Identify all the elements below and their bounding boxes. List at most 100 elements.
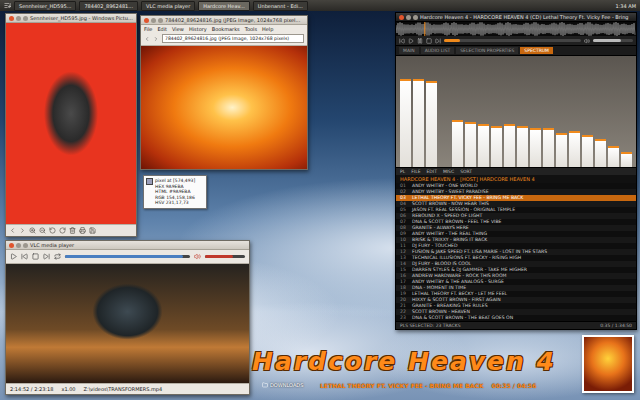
toolbar-button[interactable]: PL: [400, 169, 405, 174]
playlist-toolbar: PL FILE EDIT MISC SORT: [396, 168, 636, 175]
close-button[interactable]: [9, 16, 14, 21]
spectrum-bar: [582, 135, 593, 167]
spectrum-bar: [478, 124, 489, 167]
spectrum-bar: [413, 79, 424, 167]
spectrum-bar: [504, 124, 515, 167]
desktop-icon[interactable]: DOWNLOADS: [262, 382, 303, 388]
waveform[interactable]: [396, 22, 636, 36]
forward-icon[interactable]: [153, 36, 159, 42]
toolbar-button[interactable]: EDIT: [427, 169, 437, 174]
zoom-out-icon[interactable]: [39, 227, 46, 234]
status-bar: 2:14:52 / 2:23:18x1.00Z:\videos\TRANSFOR…: [6, 383, 249, 394]
volume-icon[interactable]: [194, 253, 201, 260]
window-title: 784402_89624816.jpg (JPEG Image, 1024x76…: [165, 17, 300, 23]
play-icon[interactable]: [10, 253, 17, 260]
player-controls: [396, 36, 636, 46]
stop-icon[interactable]: [32, 253, 39, 260]
maximize-button[interactable]: [23, 16, 28, 21]
spectrum-bar: [569, 131, 580, 167]
minimize-button[interactable]: [406, 15, 411, 20]
vlc-controls: [6, 250, 249, 264]
menu-item[interactable]: View: [172, 26, 184, 32]
task-button[interactable]: Unbenannt - Edi...: [253, 1, 308, 11]
minimize-button[interactable]: [16, 243, 21, 248]
viewer-toolbar: [6, 224, 136, 236]
toolbar-button[interactable]: FILE: [411, 169, 420, 174]
previous-icon[interactable]: [21, 253, 28, 260]
maximize-button[interactable]: [23, 243, 28, 248]
album-art: [582, 335, 634, 393]
spectrum-bar: [608, 146, 619, 167]
color-value: HEX 9A9EBA: [155, 184, 195, 190]
tab[interactable]: SELECTION PROPERTIES: [456, 47, 518, 54]
delete-icon[interactable]: [69, 227, 76, 234]
previous-icon[interactable]: [399, 38, 405, 44]
zoom-in-icon[interactable]: [29, 227, 36, 234]
tab[interactable]: SPECTRUM: [520, 47, 553, 54]
task-button[interactable]: Sennheiser_HD595...: [14, 1, 76, 11]
loop-icon[interactable]: [54, 253, 61, 260]
next-icon[interactable]: [435, 38, 441, 44]
playlist-title: HARDCORE HEAVEN 4 · [HOST] HARDCORE HEAV…: [396, 175, 636, 183]
browser-window: 784402_89624816.jpg (JPEG Image, 1024x76…: [140, 15, 308, 170]
close-button[interactable]: [144, 18, 149, 23]
task-button[interactable]: Hardcore Heav...: [198, 1, 250, 11]
volume-slider[interactable]: [593, 39, 633, 42]
volume-icon[interactable]: [584, 38, 590, 44]
maximize-button[interactable]: [158, 18, 163, 23]
toolbar-button[interactable]: MISC: [443, 169, 454, 174]
toolbar-button[interactable]: SORT: [460, 169, 472, 174]
photo: [6, 23, 136, 224]
play-icon[interactable]: [408, 38, 414, 44]
stop-icon[interactable]: [426, 38, 432, 44]
minimize-button[interactable]: [151, 18, 156, 23]
menu-item[interactable]: Tools: [245, 26, 257, 32]
color-swatch: [146, 178, 153, 185]
task-button[interactable]: VLC media player: [141, 1, 195, 11]
now-playing: LETHAL THEORY FT. VICKY FEE - BRING ME B…: [320, 382, 536, 389]
vlc-window: VLC media player 2:14:52 / 2:23:18x1.00Z:…: [5, 240, 250, 395]
tab[interactable]: MAIN: [399, 47, 419, 54]
tab[interactable]: AUDIO LIST: [421, 47, 455, 54]
photo: [141, 46, 307, 169]
window-title: Hardcore Heaven 4 - HARDCORE HEAVEN 4 (C…: [420, 14, 629, 20]
color-picker-tooltip: pixel at [574,493]HEX 9A9EBAHTML #9A9EBA…: [143, 175, 207, 209]
seek-slider[interactable]: [444, 39, 581, 42]
previous-icon[interactable]: [9, 227, 16, 234]
image-viewer-window: Sennheiser_HD595.jpg - Windows Pictu...: [5, 13, 137, 237]
menu-item[interactable]: File: [144, 26, 152, 32]
pause-icon[interactable]: [417, 38, 423, 44]
spectrum-bar: [530, 128, 541, 167]
title-bar: 784402_89624816.jpg (JPEG Image, 1024x76…: [141, 16, 307, 25]
taskbar: Sennheiser_HD595...784402_8962481...VLC …: [0, 0, 640, 11]
volume-slider[interactable]: [205, 255, 245, 258]
color-value: HSV 231,17,73: [155, 200, 195, 206]
menu-item[interactable]: Edit: [157, 26, 167, 32]
spectrum-bar: [595, 139, 606, 167]
window-title: VLC media player: [30, 242, 74, 248]
menu-item[interactable]: History: [189, 26, 207, 32]
close-button[interactable]: [9, 243, 14, 248]
seek-slider[interactable]: [65, 255, 190, 258]
folder-icon: [262, 382, 268, 388]
url-field[interactable]: 784402_89624816.jpg (JPEG Image, 1024x76…: [162, 34, 304, 43]
menu-item[interactable]: Help: [262, 26, 273, 32]
rotate-left-icon[interactable]: [49, 227, 56, 234]
color-value: HTML #9A9EBA: [155, 189, 195, 195]
menu-item[interactable]: Bookmarks: [212, 26, 240, 32]
next-icon[interactable]: [19, 227, 26, 234]
spectrum-bar: [543, 128, 554, 167]
close-button[interactable]: [399, 15, 404, 20]
spectrum-bar: [621, 152, 632, 167]
rotate-right-icon[interactable]: [59, 227, 66, 234]
spectrum-bar: [517, 126, 528, 167]
save-icon[interactable]: [89, 227, 96, 234]
minimize-button[interactable]: [16, 16, 21, 21]
next-icon[interactable]: [43, 253, 50, 260]
title-bar: VLC media player: [6, 241, 249, 250]
print-icon[interactable]: [79, 227, 86, 234]
maximize-button[interactable]: [413, 15, 418, 20]
back-icon[interactable]: [144, 36, 150, 42]
task-button[interactable]: 784402_8962481...: [79, 1, 138, 11]
menu-icon[interactable]: [4, 2, 11, 9]
